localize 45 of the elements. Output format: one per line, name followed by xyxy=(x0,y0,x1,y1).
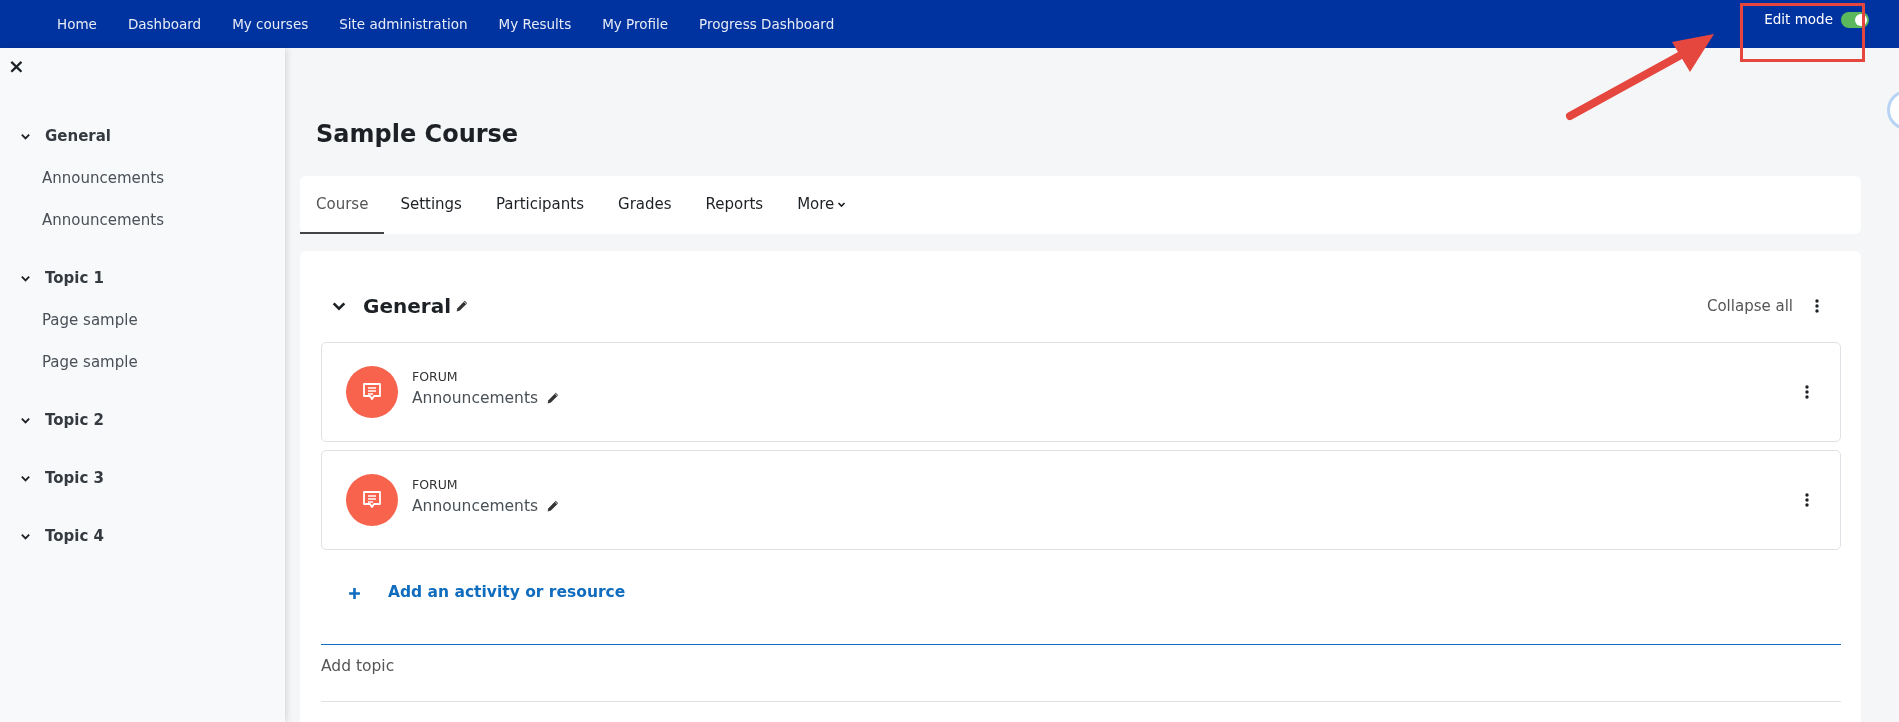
sidebar-section[interactable]: Topic 1 xyxy=(45,267,104,290)
section-title: General xyxy=(363,293,451,320)
plus-icon[interactable] xyxy=(348,586,361,600)
sidebar-section[interactable]: Topic 4 xyxy=(45,525,104,548)
tab[interactable]: Participants xyxy=(479,176,601,234)
nav-link[interactable]: Site administration xyxy=(339,13,468,35)
nav-link[interactable]: Progress Dashboard xyxy=(699,13,835,35)
activity-type: FORUM xyxy=(412,476,459,494)
close-button[interactable]: × xyxy=(8,56,25,76)
sidebar-item[interactable]: Page sample xyxy=(42,309,138,332)
nav-link[interactable]: Dashboard xyxy=(127,13,202,35)
chevron-icon[interactable] xyxy=(20,415,31,426)
tab[interactable]: More xyxy=(781,176,863,234)
course-title: Sample Course xyxy=(316,119,519,150)
sidebar-item[interactable]: Announcements xyxy=(42,167,164,190)
nav-link[interactable]: My courses xyxy=(232,13,309,35)
sidebar-section[interactable]: Topic 2 xyxy=(45,409,104,432)
chevron-icon[interactable] xyxy=(20,473,31,484)
nav-link[interactable]: Home xyxy=(57,13,97,35)
add-topic-link[interactable]: Add topic xyxy=(321,657,395,675)
edit-mode-label: Edit mode xyxy=(1764,10,1833,30)
tab[interactable]: Reports xyxy=(689,176,780,234)
add-activity-link[interactable]: Add an activity or resource xyxy=(388,581,626,605)
tab[interactable]: Settings xyxy=(384,176,478,234)
sidebar-section[interactable]: General xyxy=(45,125,111,148)
tab[interactable]: Course xyxy=(300,176,385,234)
pencil-icon[interactable] xyxy=(455,299,468,313)
edit-mode-toggle[interactable] xyxy=(1841,11,1869,28)
sidebar-section[interactable]: Topic 3 xyxy=(45,467,104,490)
tab[interactable]: Grades xyxy=(602,176,688,234)
forum-icon xyxy=(346,474,398,526)
chevron-icon[interactable] xyxy=(20,273,31,284)
collapse-all-link[interactable]: Collapse all xyxy=(1706,294,1793,318)
activity-name[interactable]: Announcements xyxy=(412,386,539,410)
activity-type: FORUM xyxy=(412,368,459,386)
chevron-icon[interactable] xyxy=(20,131,31,142)
sidebar-item[interactable]: Page sample xyxy=(42,351,138,374)
activity-name[interactable]: Announcements xyxy=(412,494,539,518)
sidebar-item[interactable]: Announcements xyxy=(42,209,164,232)
chevron-icon[interactable] xyxy=(20,531,31,542)
pencil-icon[interactable] xyxy=(546,499,560,513)
nav-link[interactable]: My Results xyxy=(498,13,572,35)
pencil-icon[interactable] xyxy=(546,391,560,405)
nav-link[interactable]: My Profile xyxy=(602,13,669,35)
forum-icon xyxy=(346,366,398,418)
